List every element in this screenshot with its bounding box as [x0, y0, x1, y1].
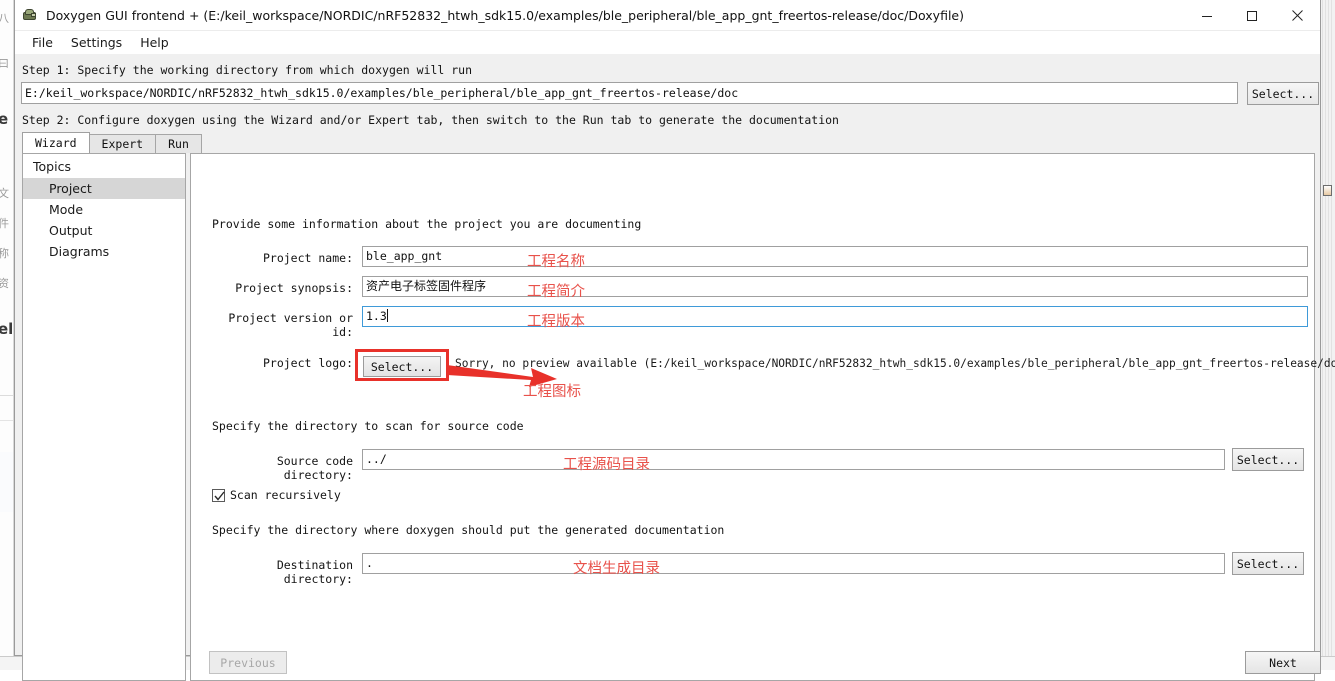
previous-button[interactable]: Previous: [209, 651, 287, 674]
menu-item-help[interactable]: Help: [131, 33, 178, 52]
title-bar: Doxygen GUI frontend + (E:/keil_workspac…: [15, 0, 1320, 31]
maximize-icon[interactable]: [1229, 0, 1274, 31]
next-button[interactable]: Next: [1245, 651, 1321, 674]
close-icon[interactable]: [1274, 0, 1320, 31]
annotation-dest-dir: 文档生成目录: [573, 557, 660, 578]
annotation-project-name: 工程名称: [527, 250, 585, 271]
source-dir-select-button[interactable]: Select...: [1232, 448, 1304, 471]
project-logo-label: Project logo:: [211, 356, 353, 370]
dest-dir-input[interactable]: .: [362, 553, 1225, 574]
tab-run[interactable]: Run: [155, 134, 202, 153]
wizard-project-panel: Provide some information about the proje…: [190, 153, 1315, 681]
source-dir-input[interactable]: ../: [362, 449, 1225, 470]
menu-bar: File Settings Help: [15, 31, 1320, 55]
step1-label: Step 1: Specify the working directory fr…: [22, 63, 472, 77]
text-caret: [387, 309, 388, 322]
project-synopsis-input[interactable]: 资产电子标签固件程序: [362, 276, 1308, 297]
menu-item-settings[interactable]: Settings: [62, 33, 131, 52]
sidebar-item-mode[interactable]: Mode: [23, 199, 185, 220]
topics-panel: Topics Project Mode Output Diagrams: [22, 153, 186, 681]
menu-item-file[interactable]: File: [23, 33, 62, 52]
project-name-label: Project name:: [211, 251, 353, 265]
window-body: Step 1: Specify the working directory fr…: [15, 55, 1320, 655]
project-version-input[interactable]: 1.3: [362, 306, 1308, 327]
sidebar-item-diagrams[interactable]: Diagrams: [23, 241, 185, 262]
background-window-right-edge: [1319, 0, 1335, 656]
doxygen-app-icon: [22, 7, 38, 23]
sidebar-item-output[interactable]: Output: [23, 220, 185, 241]
doxywizard-window: Doxygen GUI frontend + (E:/keil_workspac…: [14, 0, 1321, 656]
working-directory-input[interactable]: E:/keil_workspace/NORDIC/nRF52832_htwh_s…: [21, 82, 1238, 104]
tab-strip: Wizard Expert Run: [22, 133, 201, 153]
background-tiny-icon: [1323, 185, 1332, 196]
destination-section-heading: Specify the directory where doxygen shou…: [212, 523, 724, 537]
project-version-label: Project version or id:: [211, 311, 353, 339]
step2-label: Step 2: Configure doxygen using the Wiza…: [22, 113, 839, 127]
background-window-left-edge: 八 曰 e 文 件 称 资 el: [0, 0, 14, 656]
window-title: Doxygen GUI frontend + (E:/keil_workspac…: [46, 8, 964, 23]
checkbox-checked-icon: [212, 489, 225, 502]
tab-wizard[interactable]: Wizard: [22, 132, 90, 153]
project-logo-preview-text: Sorry, no preview available (E:/keil_wor…: [455, 357, 1335, 370]
source-dir-label: Source code directory:: [206, 454, 353, 482]
sidebar-item-project[interactable]: Project: [23, 178, 185, 199]
window-controls: [1184, 0, 1320, 31]
project-version-value: 1.3: [366, 309, 387, 323]
minimize-icon[interactable]: [1184, 0, 1229, 31]
project-logo-highlight-box: Select...: [355, 349, 449, 381]
source-section-heading: Specify the directory to scan for source…: [212, 419, 524, 433]
annotation-project-logo: 工程图标: [523, 380, 581, 401]
scan-recursively-checkbox[interactable]: Scan recursively: [212, 488, 341, 502]
annotation-source-dir: 工程源码目录: [563, 453, 650, 474]
project-section-heading: Provide some information about the proje…: [212, 217, 641, 231]
dest-dir-label: Destination directory:: [203, 558, 353, 586]
topics-title: Topics: [23, 154, 185, 178]
scan-recursively-label: Scan recursively: [230, 488, 341, 502]
dest-dir-select-button[interactable]: Select...: [1232, 552, 1304, 575]
tab-expert[interactable]: Expert: [89, 134, 157, 153]
working-directory-row: E:/keil_workspace/NORDIC/nRF52832_htwh_s…: [21, 82, 1314, 104]
working-directory-select-button[interactable]: Select...: [1247, 82, 1319, 105]
project-synopsis-label: Project synopsis:: [211, 281, 353, 295]
annotation-project-synopsis: 工程简介: [527, 280, 585, 301]
project-logo-select-button[interactable]: Select...: [363, 356, 441, 377]
annotation-project-version: 工程版本: [527, 310, 585, 331]
project-name-input[interactable]: ble_app_gnt: [362, 246, 1308, 267]
